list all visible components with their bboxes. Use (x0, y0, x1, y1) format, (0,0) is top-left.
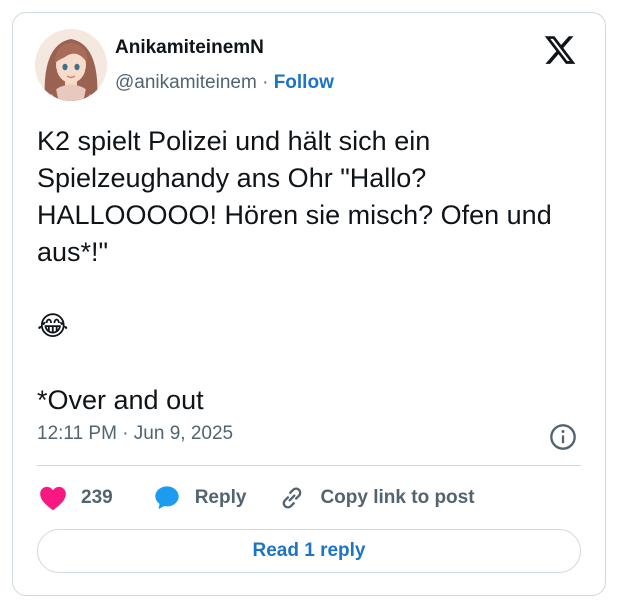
copy-link-label: Copy link to post (320, 487, 475, 508)
link-icon (283, 487, 302, 509)
like-button[interactable]: 239 (39, 485, 113, 511)
divider (37, 465, 581, 466)
copy-link-button[interactable]: Copy link to post (278, 484, 475, 512)
avatar[interactable] (35, 29, 107, 101)
tweet-text: K2 spielt Polizei und hält sich ein Spie… (37, 126, 552, 415)
avatar-illustration-icon (35, 29, 107, 101)
speech-bubble-icon (155, 486, 179, 510)
read-replies-label: Read 1 reply (252, 540, 366, 561)
author-handle[interactable]: @anikamiteinem (115, 72, 257, 93)
info-icon[interactable] (549, 423, 577, 451)
action-bar: 239 Reply Copy link to post (39, 482, 475, 514)
read-replies-button[interactable]: Read 1 reply (37, 529, 581, 573)
separator-dot: · (262, 72, 269, 93)
tweet-card: AnikamiteinemN @anikamiteinem · Follow K… (12, 12, 606, 596)
x-logo-icon[interactable] (543, 33, 577, 67)
reply-label: Reply (194, 487, 247, 508)
author-handle-row: @anikamiteinem · Follow (115, 72, 334, 94)
reply-button[interactable]: Reply (153, 484, 247, 512)
author-display-name[interactable]: AnikamiteinemN (115, 37, 264, 59)
follow-button[interactable]: Follow (274, 72, 334, 93)
heart-icon (40, 486, 66, 511)
like-count: 239 (81, 487, 113, 508)
tweet-timestamp[interactable]: 12:11 PM · Jun 9, 2025 (37, 423, 233, 445)
